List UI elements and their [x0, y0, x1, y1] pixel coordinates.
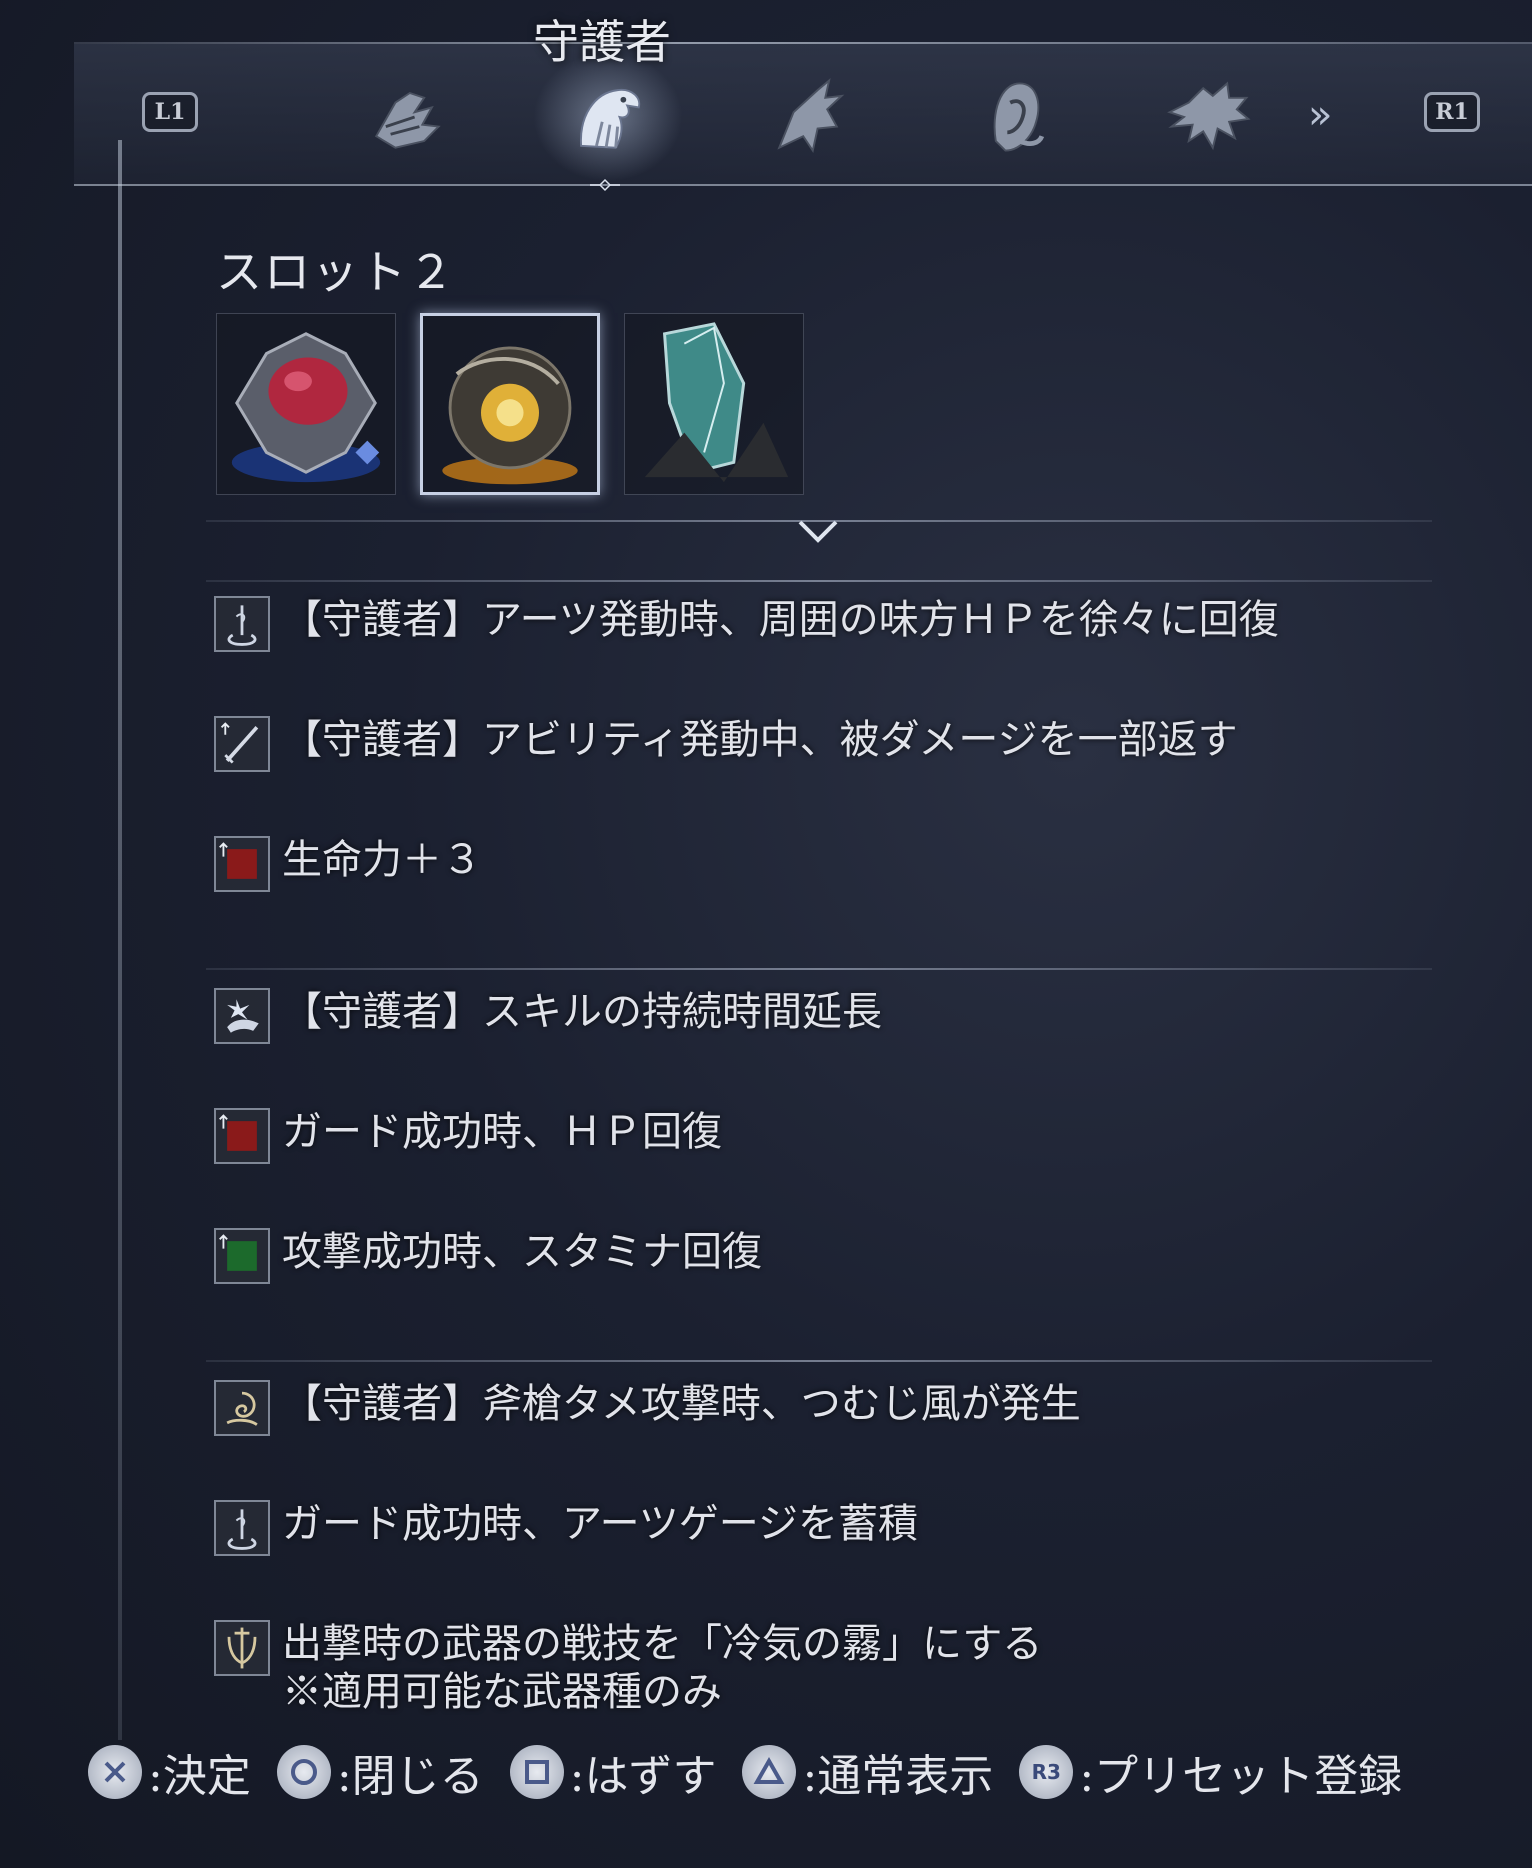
effect-row[interactable]: ガード成功時、アーツゲージを蓄積: [214, 1500, 918, 1556]
effect-group-divider-2: [206, 968, 1432, 970]
preset-register-hint[interactable]: R3 :プリセット登録: [1019, 1740, 1402, 1804]
confirm-hint[interactable]: :決定: [88, 1740, 251, 1804]
eagle-head-emblem-icon: [580, 88, 641, 149]
effect-row[interactable]: 出撃時の武器の戦技を「冷気の霧」にする ※適用可能な武器種のみ: [214, 1620, 1042, 1716]
effect-text: 【守護者】スキルの持続時間延長: [282, 989, 882, 1035]
effect-group-divider-3: [206, 1360, 1432, 1362]
spiral-wind-icon: [214, 1380, 270, 1436]
relic-slot-3[interactable]: [624, 313, 804, 495]
tab-class-4[interactable]: [960, 62, 1070, 172]
double-chevron-right-icon[interactable]: »: [1308, 92, 1332, 138]
normal-view-hint[interactable]: :通常表示: [742, 1740, 993, 1804]
active-tab-marker: [590, 178, 620, 192]
effect-text-block: 出撃時の武器の戦技を「冷気の霧」にする ※適用可能な武器種のみ: [282, 1620, 1042, 1716]
preset-register-label: :プリセット登録: [1079, 1751, 1403, 1802]
tab-bar-top-divider: [74, 42, 1532, 44]
effect-group-divider-1: [206, 580, 1432, 582]
remove-label: :はずす: [569, 1751, 717, 1802]
arts-swirl-icon: [214, 596, 270, 652]
r3-badge: R3: [1031, 1760, 1061, 1784]
weapon-skill-icon: [214, 1620, 270, 1676]
cross-button-icon: [88, 1745, 142, 1799]
r1-shoulder-button[interactable]: R1: [1424, 92, 1480, 132]
skill-hand-icon: [214, 988, 270, 1044]
effect-note: ※適用可能な武器種のみ: [282, 1669, 722, 1715]
triangle-button-icon: [742, 1745, 797, 1799]
green-square-stat-icon: [214, 1228, 270, 1284]
slot-title: スロット２: [216, 245, 456, 299]
crow-emblem-icon: [777, 77, 845, 154]
effect-row[interactable]: 【守護者】斧槍タメ攻撃時、つむじ風が発生: [214, 1380, 1081, 1436]
tab-class-5[interactable]: [1153, 62, 1263, 172]
slot-divider: [206, 520, 1432, 522]
tab-bar-bottom-divider: [74, 184, 1532, 186]
effect-row[interactable]: 【守護者】アビリティ発動中、被ダメージを一部返す: [214, 716, 1238, 772]
effect-text: ガード成功時、アーツゲージを蓄積: [282, 1501, 918, 1547]
effect-row[interactable]: 【守護者】アーツ発動時、周囲の味方ＨＰを徐々に回復: [214, 596, 1279, 652]
relic-slot-1[interactable]: [216, 313, 396, 495]
red-square-stat-icon: [214, 1108, 270, 1164]
effect-text: 【守護者】アビリティ発動中、被ダメージを一部返す: [282, 717, 1238, 763]
arts-swirl-icon: [214, 1500, 270, 1556]
square-button-icon: [509, 1745, 564, 1799]
sword-icon: [214, 716, 270, 772]
circle-button-icon: [276, 1745, 331, 1799]
teal-crystal-relic-icon: [644, 322, 789, 483]
r3-button-icon: R3: [1019, 1745, 1074, 1799]
effect-row[interactable]: 攻撃成功時、スタミナ回復: [214, 1228, 762, 1284]
l1-shoulder-button[interactable]: L1: [142, 92, 198, 132]
close-hint[interactable]: :閉じる: [276, 1740, 484, 1804]
hooded-face-emblem-icon: [993, 82, 1045, 152]
effect-text: 攻撃成功時、スタミナ回復: [282, 1229, 762, 1275]
golden-orb-relic-icon: [442, 346, 578, 485]
effect-text: 【守護者】アーツ発動時、周囲の味方ＨＰを徐々に回復: [282, 597, 1279, 643]
effect-text: 生命力＋３: [282, 837, 482, 883]
panel-left-edge: [118, 140, 122, 1740]
normal-view-label: :通常表示: [802, 1751, 994, 1802]
tab-guardian[interactable]: [533, 52, 683, 182]
effect-row[interactable]: 【守護者】スキルの持続時間延長: [214, 988, 882, 1044]
red-square-stat-icon: [214, 836, 270, 892]
winged-helm-emblem-icon: [374, 91, 441, 149]
confirm-label: :決定: [148, 1751, 251, 1802]
effect-row[interactable]: ガード成功時、ＨＰ回復: [214, 1108, 722, 1164]
dragon-emblem-icon: [1167, 81, 1251, 151]
red-gem-relic-icon: [231, 332, 381, 483]
close-label: :閉じる: [336, 1751, 484, 1802]
tab-class-3[interactable]: [753, 62, 863, 172]
tab-class-1[interactable]: [350, 62, 460, 172]
effect-text: 出撃時の武器の戦技を「冷気の霧」にする: [282, 1621, 1043, 1667]
effect-row[interactable]: 生命力＋３: [214, 836, 482, 892]
effect-text: 【守護者】斧槍タメ攻撃時、つむじ風が発生: [282, 1381, 1081, 1427]
relic-slot-2[interactable]: [420, 313, 600, 495]
effect-text: ガード成功時、ＨＰ回復: [282, 1109, 722, 1155]
button-hint-bar: :決定 :閉じる :はずす :通常表示 R3 :プリセット登録: [88, 1740, 1428, 1804]
remove-hint[interactable]: :はずす: [509, 1740, 717, 1804]
